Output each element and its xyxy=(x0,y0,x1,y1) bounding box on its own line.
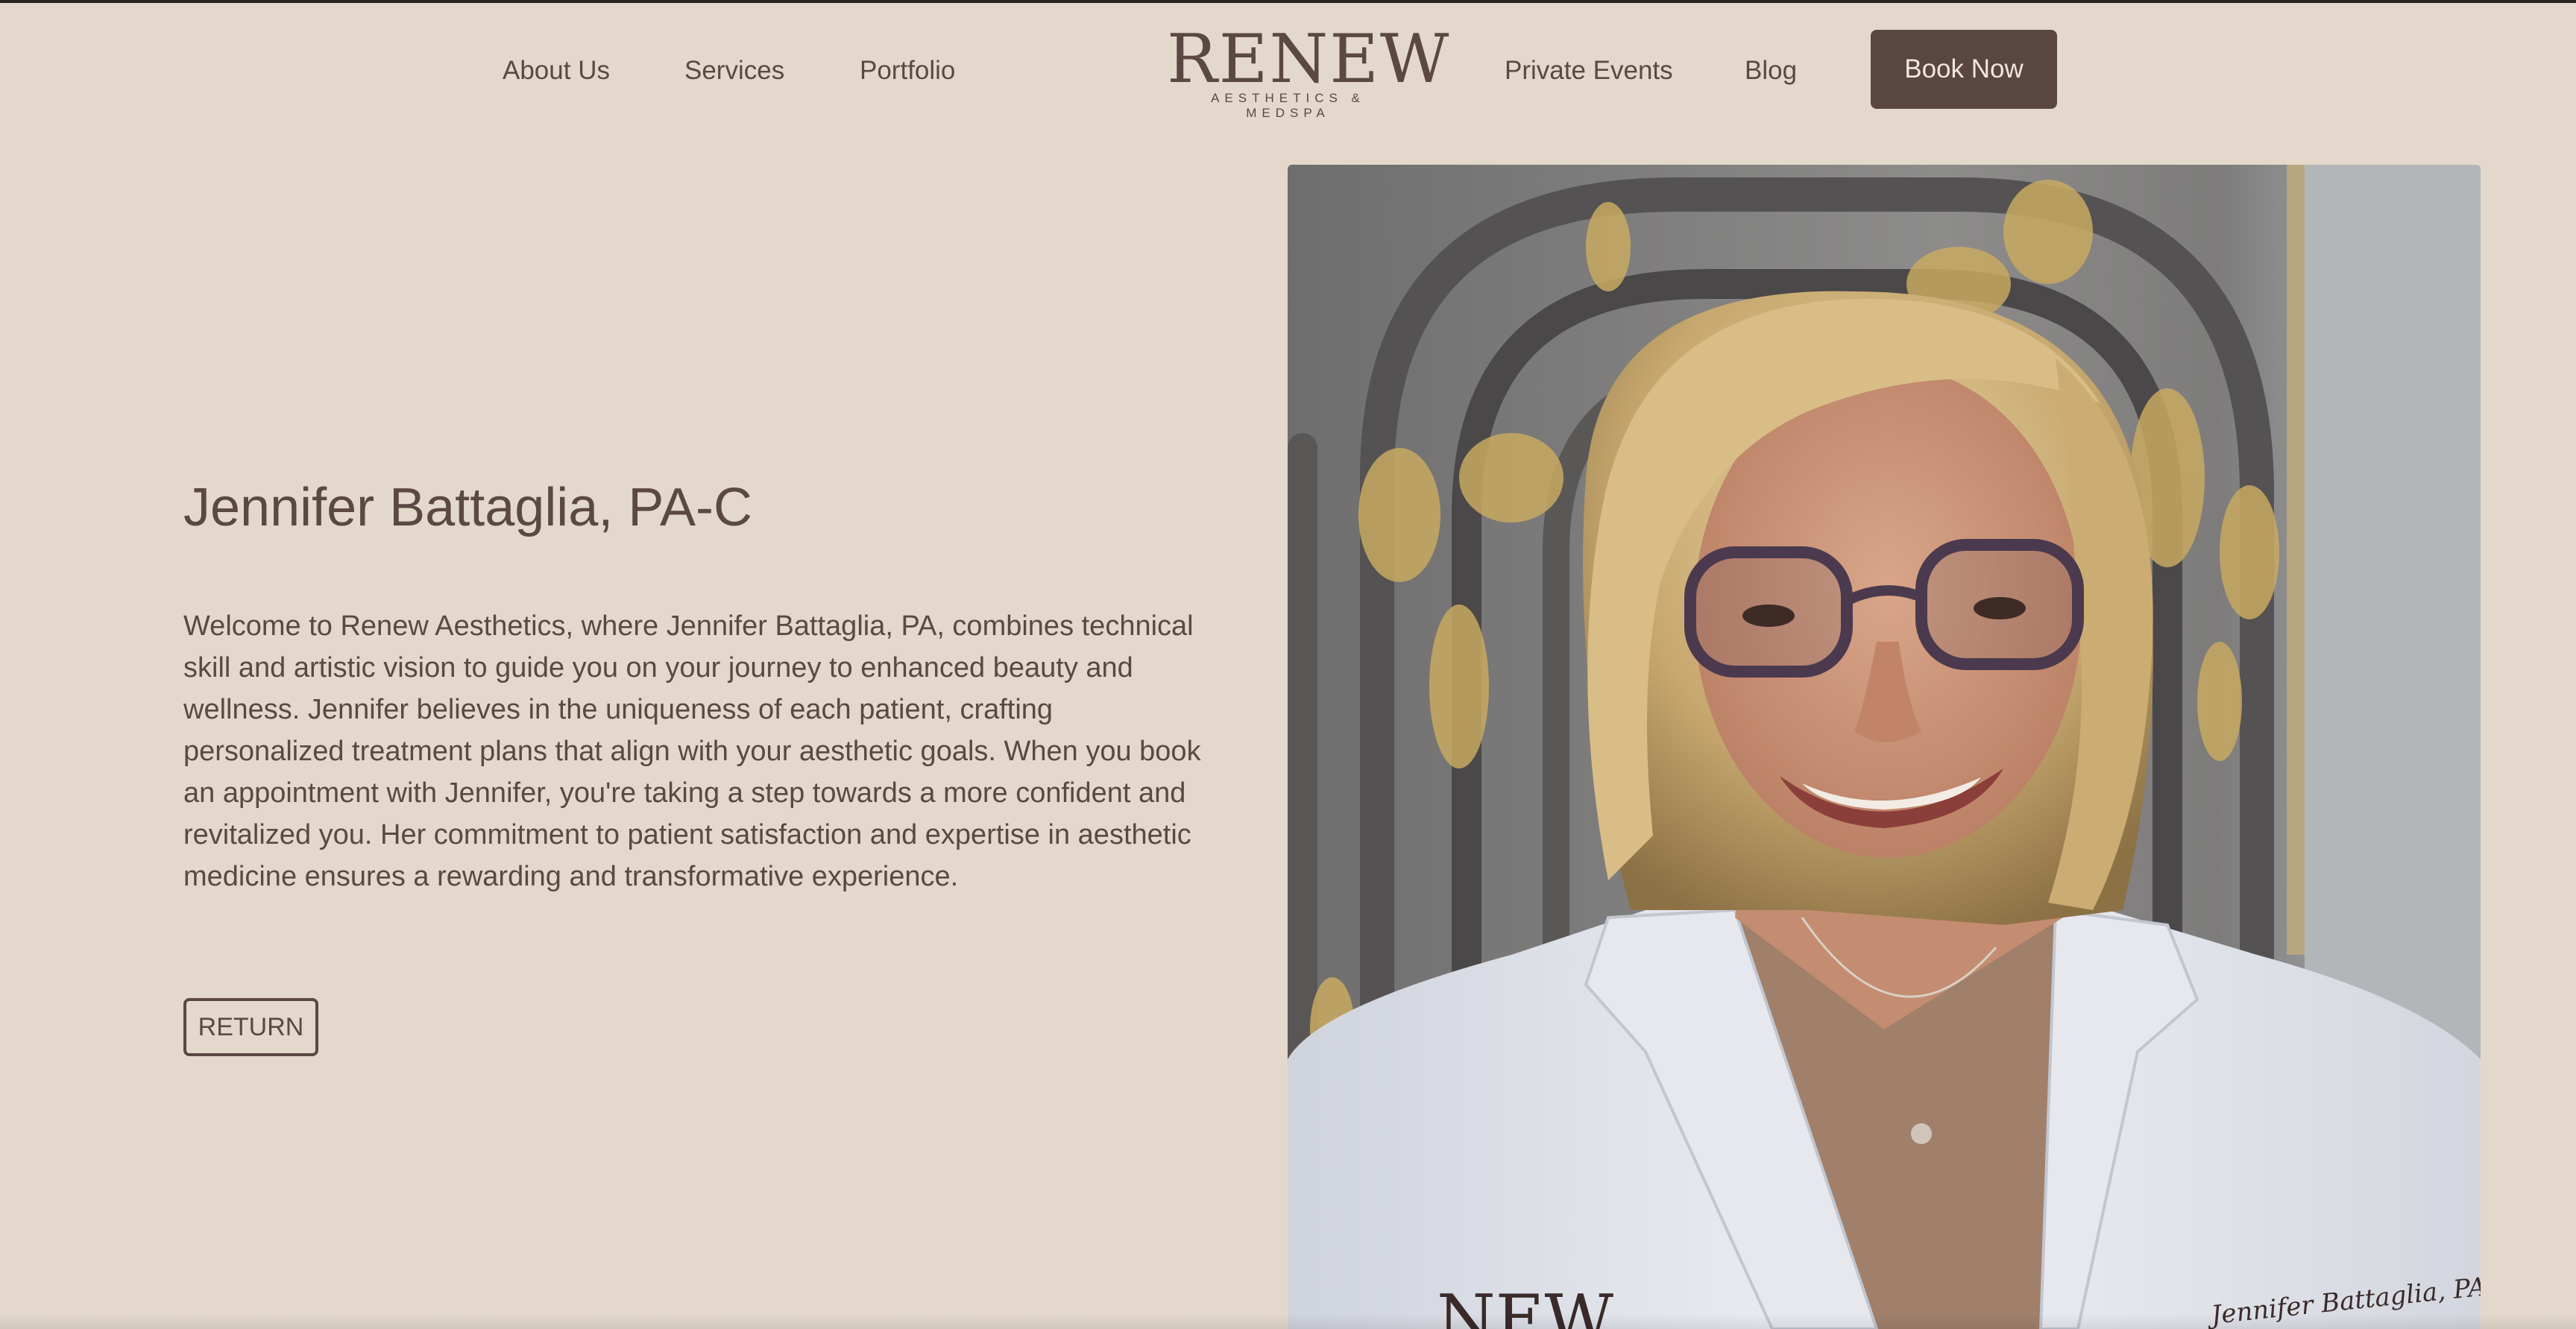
bottom-shadow xyxy=(0,1314,2576,1329)
nav-about-us[interactable]: About Us xyxy=(503,53,610,89)
nav-blog[interactable]: Blog xyxy=(1745,53,1797,89)
nav-portfolio[interactable]: Portfolio xyxy=(860,53,955,89)
nav-services[interactable]: Services xyxy=(684,53,784,89)
nav-private-events[interactable]: Private Events xyxy=(1505,53,1673,89)
renew-logo[interactable]: RENEW AESTHETICS & MEDSPA xyxy=(1167,20,1451,121)
logo-tagline: AESTHETICS & MEDSPA xyxy=(1211,91,1365,120)
logo-wordmark: RENEW xyxy=(1167,20,1451,98)
book-now-button[interactable]: Book Now xyxy=(1871,30,2057,109)
profile-photo: Jennifer Battaglia, PA-C NEW xyxy=(1288,165,2481,1329)
top-border xyxy=(0,0,2576,3)
bio-paragraph: Welcome to Renew Aesthetics, where Jenni… xyxy=(183,610,1201,892)
page-title: Jennifer Battaglia, PA-C xyxy=(183,478,753,537)
return-button[interactable]: RETURN xyxy=(183,998,318,1056)
